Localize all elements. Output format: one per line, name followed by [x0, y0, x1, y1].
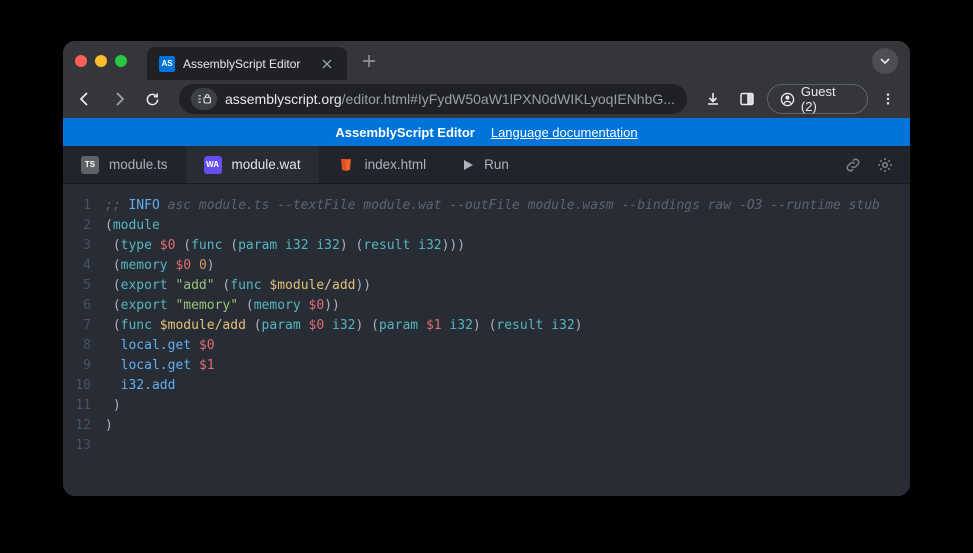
editor-tab-index-html[interactable]: index.html: [319, 146, 445, 183]
tab-title: AssemblyScript Editor: [183, 57, 300, 71]
play-icon: [462, 159, 474, 171]
code-content[interactable]: ;; INFO asc module.ts --textFile module.…: [105, 196, 910, 496]
code-editor[interactable]: 12345678910111213 ;; INFO asc module.ts …: [63, 184, 910, 496]
wasm-icon: WA: [204, 156, 222, 174]
minimize-window-button[interactable]: [95, 55, 107, 67]
banner-docs-link[interactable]: Language documentation: [491, 125, 638, 140]
line-gutter: 12345678910111213: [63, 196, 105, 496]
close-tab-button[interactable]: [319, 56, 335, 72]
html-icon: [337, 156, 355, 174]
site-info-button[interactable]: [191, 88, 217, 110]
favicon: AS: [159, 56, 175, 72]
reload-button[interactable]: [139, 85, 167, 113]
new-tab-button[interactable]: [357, 49, 381, 73]
browser-toolbar: assemblyscript.org/editor.html#IyFydW50a…: [63, 80, 910, 118]
profile-label: Guest (2): [801, 84, 855, 114]
download-button[interactable]: [699, 85, 727, 113]
editor-tab-module-wat[interactable]: WA module.wat: [186, 146, 319, 183]
editor-tab-label: module.wat: [232, 157, 301, 172]
browser-window: AS AssemblyScript Editor: [63, 41, 910, 496]
profile-button[interactable]: Guest (2): [767, 84, 868, 114]
address-bar[interactable]: assemblyscript.org/editor.html#IyFydW50a…: [179, 84, 687, 114]
editor-tab-label: index.html: [365, 157, 427, 172]
editor-tab-run[interactable]: Run: [444, 146, 527, 183]
editor-tab-label: module.ts: [109, 157, 168, 172]
maximize-window-button[interactable]: [115, 55, 127, 67]
editor-tabs: TS module.ts WA module.wat index.html Ru…: [63, 146, 910, 184]
banner-title: AssemblyScript Editor: [335, 125, 474, 140]
ts-icon: TS: [81, 156, 99, 174]
browser-tab[interactable]: AS AssemblyScript Editor: [147, 47, 347, 80]
editor-tab-label: Run: [484, 157, 509, 172]
back-button[interactable]: [71, 85, 99, 113]
side-panel-button[interactable]: [733, 85, 761, 113]
link-icon[interactable]: [844, 156, 862, 174]
app-banner: AssemblyScript Editor Language documenta…: [63, 118, 910, 146]
url-text: assemblyscript.org/editor.html#IyFydW50a…: [225, 91, 675, 107]
tabs-dropdown-button[interactable]: [872, 48, 898, 74]
editor-tab-module-ts[interactable]: TS module.ts: [63, 146, 186, 183]
close-window-button[interactable]: [75, 55, 87, 67]
titlebar: AS AssemblyScript Editor: [63, 41, 910, 80]
forward-button[interactable]: [105, 85, 133, 113]
settings-icon[interactable]: [876, 156, 894, 174]
window-controls: [75, 55, 127, 67]
menu-button[interactable]: [874, 85, 902, 113]
